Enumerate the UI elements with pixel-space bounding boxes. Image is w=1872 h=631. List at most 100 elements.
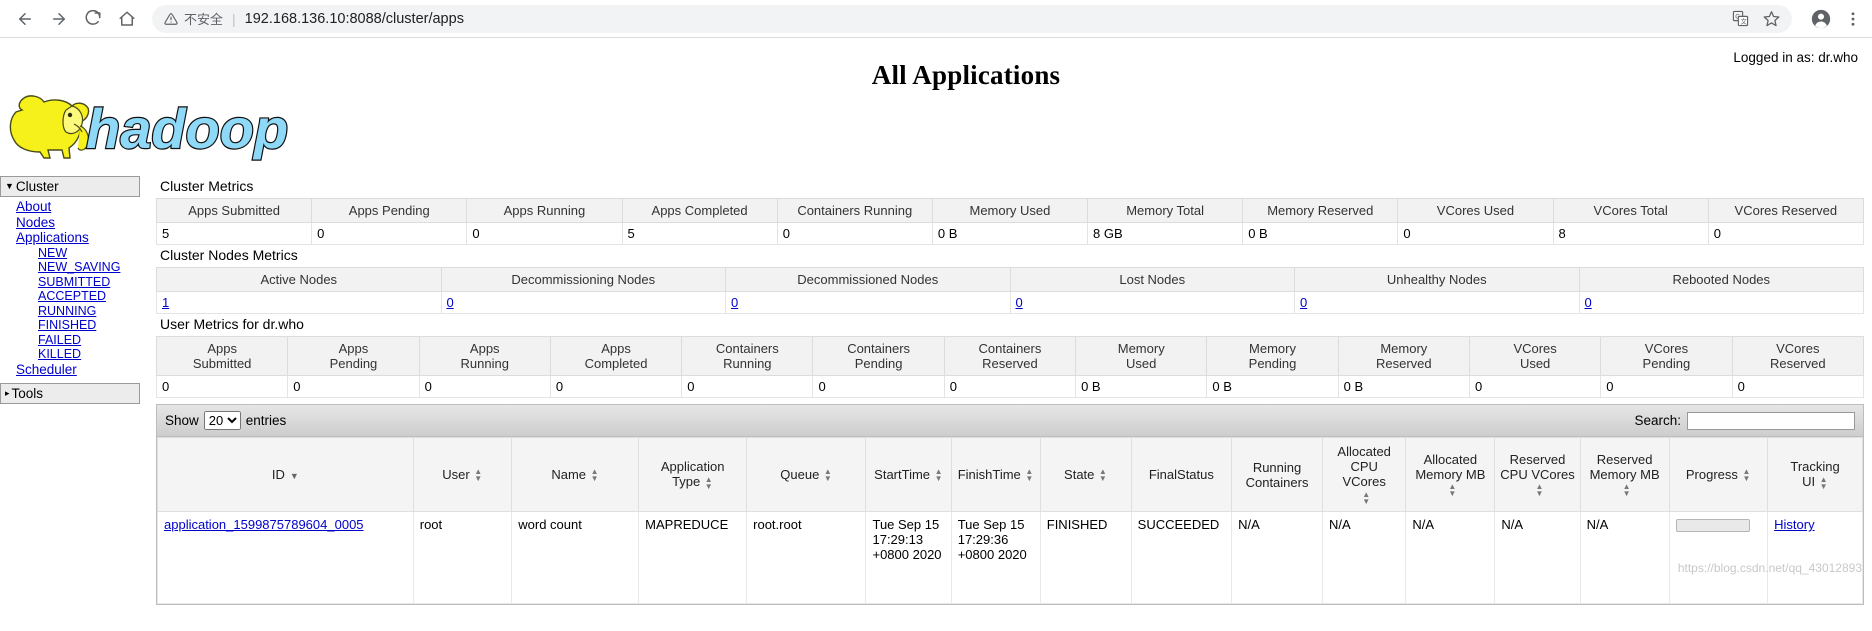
hdr-l2: Pending bbox=[329, 356, 378, 371]
browser-toolbar: 不安全 | 192.168.136.10:8088/cluster/apps G… bbox=[0, 0, 1872, 38]
sort-both-icon: ▲ ▼ bbox=[934, 467, 943, 484]
col-name[interactable]: Name ▲ ▼ bbox=[511, 437, 640, 512]
sort-both-icon: ▲ ▼ bbox=[590, 467, 599, 484]
list-item: NEW NEW_SAVING SUBMITTED ACCEPTED RUNNIN… bbox=[16, 246, 140, 362]
sidebar-item-state-accepted[interactable]: ACCEPTED bbox=[38, 289, 106, 303]
sidebar-item-applications[interactable]: Applications bbox=[16, 230, 89, 245]
col-running-containers[interactable]: Running Containers bbox=[1231, 437, 1323, 512]
col-memory-reserved: Memory Reserved bbox=[1242, 198, 1399, 223]
cell-tracking-ui: History bbox=[1767, 511, 1863, 604]
three-dot-menu-icon[interactable] bbox=[1844, 10, 1862, 28]
cluster-metrics-title: Cluster Metrics bbox=[160, 178, 254, 194]
list-item: Applications bbox=[16, 230, 140, 246]
table-row: 1 0 0 0 0 0 bbox=[156, 291, 1864, 314]
val-lost-nodes: 0 bbox=[1009, 291, 1295, 314]
col-start-time[interactable]: StartTime ▲ ▼ bbox=[865, 437, 952, 512]
col-final-status[interactable]: FinalStatus bbox=[1130, 437, 1233, 512]
sidebar-item-state-killed[interactable]: KILLED bbox=[38, 347, 81, 361]
translate-icon[interactable]: G文 bbox=[1732, 10, 1749, 27]
sidebar-item-nodes[interactable]: Nodes bbox=[16, 215, 55, 230]
hdr-l1: VCores bbox=[1644, 341, 1689, 356]
sidebar-item-scheduler[interactable]: Scheduler bbox=[16, 362, 77, 377]
sidebar-item-state-failed[interactable]: FAILED bbox=[38, 333, 81, 347]
sidebar-item-state-new[interactable]: NEW bbox=[38, 246, 67, 260]
search-container: Search: bbox=[1634, 411, 1855, 430]
cell-state: FINISHED bbox=[1039, 511, 1132, 604]
address-bar[interactable]: 不安全 | 192.168.136.10:8088/cluster/apps G… bbox=[152, 4, 1792, 33]
val-user-apps-completed: 0 bbox=[549, 375, 683, 398]
sidebar-item-state-running[interactable]: RUNNING bbox=[38, 304, 96, 318]
hdr-l2: Reserved bbox=[982, 356, 1038, 371]
cluster-metrics-table: Apps Submitted Apps Pending Apps Running… bbox=[155, 198, 1865, 245]
col-progress[interactable]: Progress ▲ ▼ bbox=[1668, 437, 1769, 512]
col-finish-time[interactable]: FinishTime ▲ ▼ bbox=[950, 437, 1041, 512]
cell-name: word count bbox=[511, 511, 640, 604]
decommissioning-nodes-link[interactable]: 0 bbox=[447, 295, 454, 310]
hadoop-logo[interactable]: hadoop bbox=[0, 82, 300, 164]
table-row: application_1599875789604_0005 root word… bbox=[157, 511, 1863, 604]
sidebar-section-cluster[interactable]: ▼ Cluster bbox=[0, 176, 140, 197]
val-user-apps-submitted: 0 bbox=[155, 375, 289, 398]
search-label: Search: bbox=[1634, 413, 1681, 428]
page-size-select[interactable]: 20 bbox=[203, 411, 241, 430]
home-button[interactable] bbox=[112, 4, 142, 34]
reload-button[interactable] bbox=[78, 4, 108, 34]
sidebar-app-states: NEW NEW_SAVING SUBMITTED ACCEPTED RUNNIN… bbox=[16, 246, 140, 362]
bookmark-star-icon[interactable] bbox=[1763, 10, 1780, 27]
sort-both-icon: ▲ ▼ bbox=[1742, 467, 1751, 484]
back-button[interactable] bbox=[10, 4, 40, 34]
val-user-vcores-pending: 0 bbox=[1600, 375, 1733, 398]
sidebar-item-state-finished[interactable]: FINISHED bbox=[38, 318, 96, 332]
forward-button[interactable] bbox=[44, 4, 74, 34]
val-vcores-reserved: 0 bbox=[1707, 222, 1865, 245]
list-item: RUNNING bbox=[38, 304, 140, 319]
sort-both-icon: ▲ ▼ bbox=[1622, 482, 1631, 499]
profile-avatar-icon[interactable] bbox=[1810, 8, 1832, 30]
col-reserved-memory-mb[interactable]: Reserved Memory MB ▲ ▼ bbox=[1579, 437, 1670, 512]
sort-both-icon: ▲ ▼ bbox=[1819, 474, 1828, 491]
active-nodes-link[interactable]: 1 bbox=[162, 295, 169, 310]
tracking-ui-link[interactable]: History bbox=[1774, 517, 1814, 532]
sidebar-item-state-submitted[interactable]: SUBMITTED bbox=[38, 275, 110, 289]
col-user-vcores-pending: VCores Pending bbox=[1600, 336, 1733, 376]
hdr-label: Progress bbox=[1685, 466, 1738, 482]
val-memory-total: 8 GB bbox=[1087, 222, 1244, 245]
sidebar-item-state-new-saving[interactable]: NEW_SAVING bbox=[38, 260, 120, 274]
col-user[interactable]: User ▲ ▼ bbox=[412, 437, 513, 512]
rebooted-nodes-link[interactable]: 0 bbox=[1585, 295, 1592, 310]
sort-both-icon: ▲ ▼ bbox=[1098, 467, 1107, 484]
hdr-l1: Containers bbox=[978, 341, 1042, 356]
hdr-label: Tracking bbox=[1790, 459, 1840, 475]
sidebar-section-tools[interactable]: ▸ Tools bbox=[0, 383, 140, 404]
cell-allocated-memory-mb: N/A bbox=[1405, 511, 1496, 604]
col-containers-running: Containers Running bbox=[776, 198, 933, 223]
decommissioned-nodes-link[interactable]: 0 bbox=[731, 295, 738, 310]
sidebar-item-about[interactable]: About bbox=[16, 199, 51, 214]
col-allocated-cpu-vcores[interactable]: Allocated CPU VCores ▲ ▼ bbox=[1321, 437, 1407, 512]
col-user-memory-used: Memory Used bbox=[1075, 336, 1208, 376]
col-id[interactable]: ID ▼ bbox=[157, 437, 414, 512]
cluster-nodes-metrics-title: Cluster Nodes Metrics bbox=[160, 247, 298, 263]
col-reserved-cpu-vcores[interactable]: Reserved CPU VCores ▲ ▼ bbox=[1494, 437, 1581, 512]
val-user-apps-pending: 0 bbox=[287, 375, 420, 398]
lost-nodes-link[interactable]: 0 bbox=[1016, 295, 1023, 310]
unhealthy-nodes-link[interactable]: 0 bbox=[1300, 295, 1307, 310]
search-input[interactable] bbox=[1687, 411, 1855, 430]
col-allocated-memory-mb[interactable]: Allocated Memory MB ▲ ▼ bbox=[1405, 437, 1496, 512]
col-application-type[interactable]: Application Type ▲ ▼ bbox=[638, 437, 748, 512]
hdr-label2: Containers bbox=[1245, 474, 1309, 490]
col-state[interactable]: State ▲ ▼ bbox=[1039, 437, 1132, 512]
application-id-link[interactable]: application_1599875789604_0005 bbox=[164, 517, 364, 532]
col-active-nodes: Active Nodes bbox=[156, 267, 442, 292]
col-queue[interactable]: Queue ▲ ▼ bbox=[746, 437, 867, 512]
cell-start-time: Tue Sep 15 17:29:13 +0800 2020 bbox=[865, 511, 952, 604]
col-user-apps-pending: Apps Pending bbox=[287, 336, 420, 376]
cell-progress bbox=[1668, 511, 1769, 604]
user-metrics-title: User Metrics for dr.who bbox=[160, 316, 304, 332]
cell-application-type: MAPREDUCE bbox=[638, 511, 748, 604]
hdr-l1: Containers bbox=[715, 341, 779, 356]
col-tracking-ui[interactable]: Tracking UI ▲ ▼ bbox=[1767, 437, 1863, 512]
hadoop-wordmark: hadoop bbox=[86, 97, 288, 160]
sidebar-section-cluster-label: Cluster bbox=[15, 179, 59, 194]
hdr-label: Running bbox=[1252, 459, 1302, 475]
